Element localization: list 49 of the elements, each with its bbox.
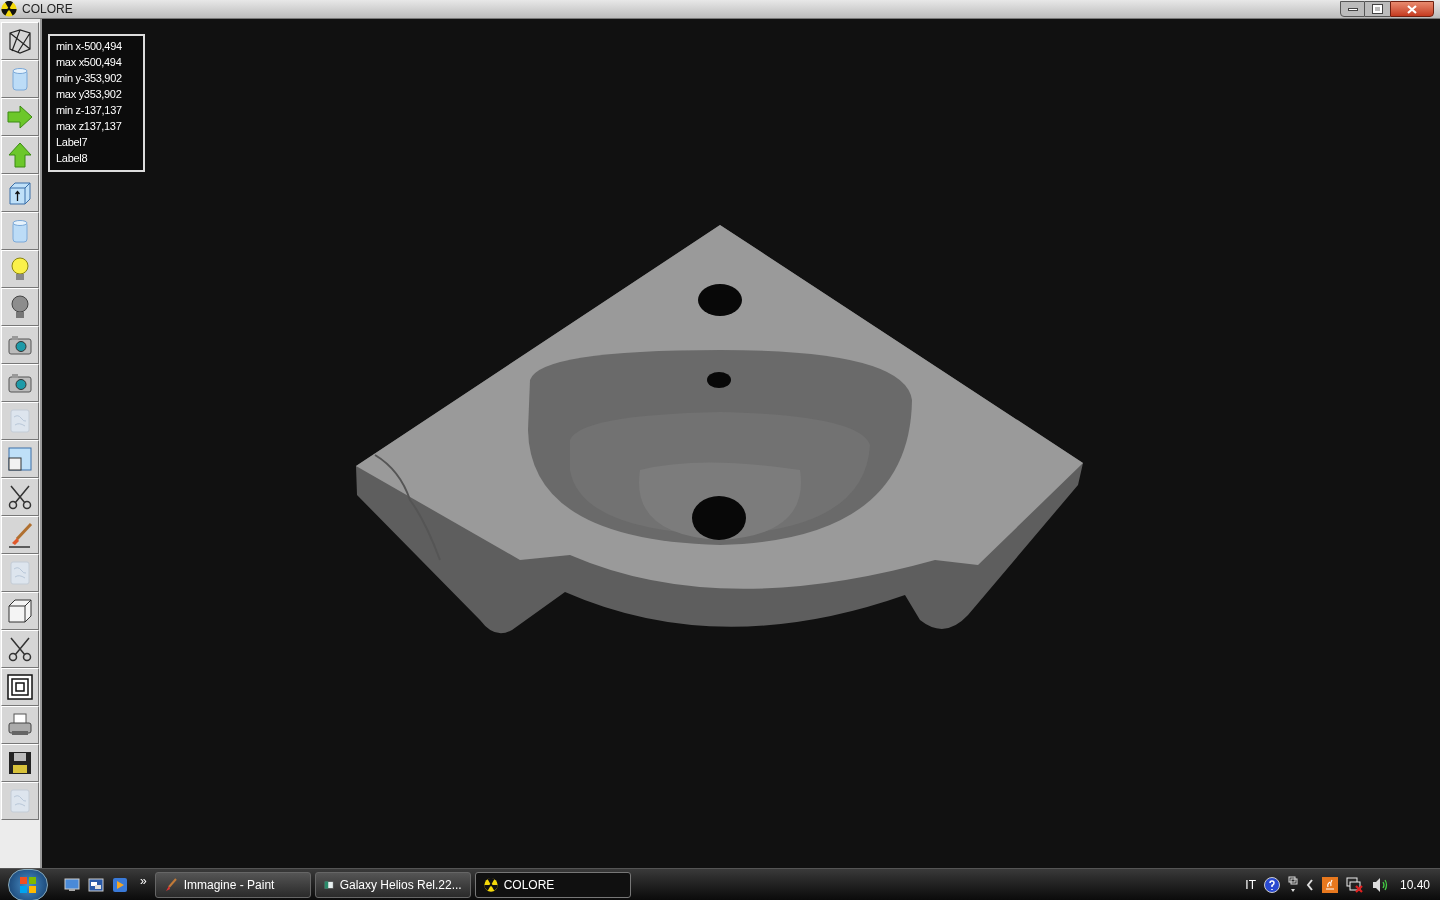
paintbrush-icon	[163, 877, 178, 892]
clock: 10.40	[1399, 876, 1430, 894]
speaker-icon[interactable]	[1371, 876, 1390, 893]
desktop-icon[interactable]	[64, 877, 80, 892]
wireframe-icon	[6, 27, 34, 55]
info-label: max z137,137	[56, 119, 123, 134]
info-label: Label8	[56, 151, 89, 166]
more-chevron[interactable]: »	[140, 871, 147, 890]
minimize-button[interactable]	[1340, 1, 1365, 17]
app-icon	[1, 1, 17, 17]
paintbrush-icon	[6, 521, 34, 549]
windows-logo-icon	[19, 875, 37, 894]
language-indicator[interactable]: IT	[1245, 875, 1256, 894]
start-button[interactable]	[8, 868, 48, 900]
taskbar-task-button[interactable]: COLORE	[474, 871, 631, 898]
arrow-right-icon	[6, 103, 34, 131]
toolbar-button[interactable]	[1, 478, 39, 516]
toolbar-button[interactable]	[1, 288, 39, 326]
toolbar-button[interactable]	[1, 516, 39, 554]
info-label: min y-353,902	[56, 71, 123, 86]
network-error-icon[interactable]	[1345, 876, 1364, 893]
toolbar-button[interactable]	[1, 22, 39, 60]
info-label: max y353,902	[56, 87, 123, 102]
close-button[interactable]	[1390, 1, 1434, 17]
window-icon	[6, 445, 34, 473]
scissors-icon	[6, 635, 34, 663]
cube-icon	[6, 597, 34, 625]
info-label: Label7	[56, 135, 89, 150]
windows-switch-icon[interactable]	[88, 877, 104, 892]
window-switch-icon[interactable]	[1287, 875, 1298, 894]
toolbar-button[interactable]	[1, 744, 39, 782]
media-player-icon[interactable]	[112, 876, 128, 893]
window-title: COLORE	[22, 1, 73, 18]
info-label: min x-500,494	[56, 39, 123, 54]
taskbar-task-button[interactable]: Immagine - Paint	[154, 871, 311, 898]
scissors-icon	[6, 483, 34, 511]
restore-button[interactable]	[1365, 1, 1390, 17]
info-label: max x500,494	[56, 55, 123, 70]
help-icon[interactable]	[1263, 876, 1280, 893]
taskbar-task-button[interactable]: Galaxy Helios Rel.22...	[314, 871, 471, 898]
arrow-up-icon	[6, 141, 34, 169]
box-arrow-icon	[6, 179, 34, 207]
chevron-left-icon[interactable]	[1305, 878, 1314, 891]
info-label: min z-137,137	[56, 103, 123, 118]
close-icon	[1407, 4, 1417, 14]
toolbar-button[interactable]	[1, 668, 39, 706]
concentric-squares-icon	[6, 673, 34, 701]
radiation-icon	[483, 877, 498, 892]
toolbar-button[interactable]	[1, 630, 39, 668]
